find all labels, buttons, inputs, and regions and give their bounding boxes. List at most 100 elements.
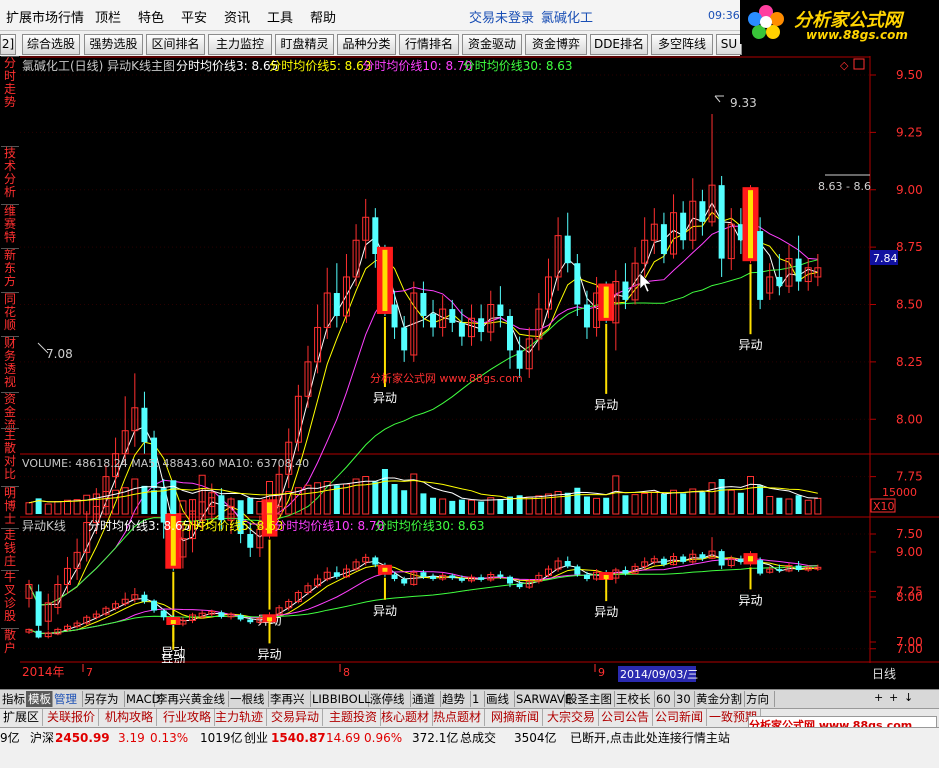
nav-item-9[interactable]: 网摘新闻 [488, 709, 544, 726]
main-candle-down [401, 327, 408, 351]
indicator-tab-20[interactable]: 方向 [744, 691, 775, 707]
side-tab-5[interactable]: 财务透视 [1, 336, 19, 393]
menu-pingan[interactable]: 平安 [181, 7, 207, 26]
indicator-tab-3[interactable]: 另存为 [82, 691, 125, 707]
indicator-tab-6[interactable]: 一根线 [228, 691, 269, 707]
flower-logo-icon [748, 5, 784, 39]
side-tab-4[interactable]: 同花顺 [1, 292, 19, 337]
nav-item-4[interactable]: 主力轨迹 [212, 709, 268, 726]
login-status[interactable]: 交易未登录 [469, 7, 534, 26]
indicator-tab-8[interactable]: LIBBIBOLL [310, 691, 371, 707]
main-candle-down [420, 293, 427, 316]
sub-tick-label: 7.00 [896, 635, 923, 649]
legend-item-3: 分时均价线30: 8.63 [375, 519, 485, 533]
main-signal-label: 异动 [594, 398, 618, 412]
volume-bar [449, 500, 456, 514]
sub-candle-down [776, 569, 783, 571]
main-candle-down [660, 224, 667, 255]
nav-item-0[interactable]: 扩展区 [0, 709, 44, 726]
tab-quote-ranking[interactable]: 行情排名 [399, 34, 459, 55]
side-tab-11[interactable]: 散户 [1, 628, 19, 661]
menu-expand-market[interactable]: 扩展市场行情 [6, 7, 84, 26]
menu-news[interactable]: 资讯 [224, 7, 250, 26]
indicator-tab-15[interactable]: 股圣主图 [564, 691, 615, 707]
indicator-tab-18[interactable]: 30 [674, 691, 695, 707]
nav-item-10[interactable]: 大宗交易 [544, 709, 600, 726]
tab-range-ranking[interactable]: 区间排名 [146, 34, 205, 55]
main-candle-down [333, 293, 340, 316]
indicator-tab-9[interactable]: 涨停线 [368, 691, 411, 707]
side-tab-8[interactable]: 明博士 [1, 486, 19, 529]
indicator-tab-14[interactable]: SARWAVE [514, 691, 572, 707]
tab-watch-genie[interactable]: 盯盘精灵 [275, 34, 334, 55]
tab-fund-drive[interactable]: 资金驱动 [462, 34, 522, 55]
indicator-tab-17[interactable]: 60 [654, 691, 675, 707]
sub-candle-down [660, 558, 667, 565]
nav-item-8[interactable]: 热点题材 [430, 709, 486, 726]
indicator-bar-arrows[interactable]: + + ↓ [872, 690, 939, 707]
indicator-tab-4[interactable]: MACD [124, 691, 160, 707]
tab-main-force-monitor[interactable]: 主力监控 [208, 34, 272, 55]
nav-item-5[interactable]: 交易异动 [268, 709, 324, 726]
add-icon[interactable]: + [874, 691, 883, 704]
nav-item-11[interactable]: 公司公告 [598, 709, 654, 726]
diamond-icon[interactable]: ◇ [840, 59, 849, 72]
indicator-tab-12[interactable]: 1 [470, 691, 485, 707]
indicator-tab-19[interactable]: 黄金分割 [694, 691, 745, 707]
kline-chart[interactable]: 异动异动异动异动异动 异动异动异动异动异动 9.509.259.008.758.… [20, 56, 939, 689]
side-tab-6[interactable]: 资金流 [1, 392, 19, 432]
side-tab-3[interactable]: 新东方 [1, 248, 19, 293]
status-bar: 9亿 沪深 2450.99 3.19 0.13% 1019亿 创业 1540.8… [0, 727, 939, 768]
nav-item-2[interactable]: 机构攻略 [102, 709, 158, 726]
indicator-tab-10[interactable]: 通道 [410, 691, 441, 707]
indicator-tab-11[interactable]: 趋势 [440, 691, 471, 707]
tab-more[interactable]: SU [716, 34, 742, 55]
indicator-tab-0[interactable]: 指标 [0, 691, 27, 707]
sub-candle-down [430, 576, 437, 579]
nav-item-1[interactable]: 关联报价 [44, 709, 100, 726]
tab-bull-bear-front[interactable]: 多空阵线 [651, 34, 713, 55]
side-tab-2[interactable]: 维赛特 [1, 204, 19, 249]
main-candle-down [680, 212, 687, 241]
side-tab-1[interactable]: 技术分析 [1, 146, 19, 205]
logo-url: www.88gs.com [806, 28, 908, 42]
volume-bar [401, 490, 408, 514]
connection-message[interactable]: 已断开,点击此处连接行情主站 [570, 730, 730, 746]
side-tab-7[interactable]: 主散对比 [1, 428, 19, 487]
menu-tools[interactable]: 工具 [267, 7, 293, 26]
nav-item-7[interactable]: 核心题材 [378, 709, 434, 726]
index1-change: 3.19 [118, 731, 145, 745]
indicator-tab-1[interactable]: 模板 [26, 691, 53, 707]
cursor-date: 2014/09/03/三 [620, 668, 698, 681]
sub-signal-candle-core [748, 556, 753, 562]
indicator-tab-2[interactable]: 管理 [52, 691, 83, 707]
indicator-tab-16[interactable]: 王校长 [614, 691, 655, 707]
main-candle-down [564, 235, 571, 264]
arrow-down-icon[interactable]: ↓ [904, 691, 913, 704]
period-label[interactable]: 日线 [872, 667, 896, 681]
watermark: 分析家公式网 www.88gs.com [370, 371, 523, 385]
main-candle-down [622, 281, 629, 300]
tab-comprehensive-picks[interactable]: 综合选股 [22, 34, 80, 55]
plus-icon[interactable]: + [889, 691, 898, 704]
main-candle-down [247, 534, 254, 548]
volume-bar [776, 497, 783, 514]
tab-strong-picks[interactable]: 强势选股 [84, 34, 143, 55]
menu-features[interactable]: 特色 [138, 7, 164, 26]
indicator-tab-5[interactable]: 李再兴黄金线 [154, 691, 229, 707]
nav-item-12[interactable]: 公司新闻 [652, 709, 708, 726]
side-tab-9[interactable]: 走钱庄 [1, 528, 19, 571]
side-tab-10[interactable]: 牛叉诊股 [1, 570, 19, 629]
tab-dde-ranking[interactable]: DDE排名 [590, 34, 648, 55]
menu-help[interactable]: 帮助 [310, 7, 336, 26]
tab-fund-game[interactable]: 资金博弈 [525, 34, 587, 55]
main-candle-down [795, 258, 802, 282]
side-tab-0[interactable]: 分时走势 [1, 56, 19, 147]
nav-item-6[interactable]: 主题投资 [326, 709, 382, 726]
tab-prev[interactable]: 2] [0, 34, 16, 55]
nav-item-3[interactable]: 行业攻略 [160, 709, 216, 726]
indicator-tab-13[interactable]: 画线 [484, 691, 515, 707]
tab-category[interactable]: 品种分类 [337, 34, 396, 55]
indicator-tab-7[interactable]: 李再兴 [268, 691, 311, 707]
menu-topbar[interactable]: 顶栏 [95, 7, 121, 26]
